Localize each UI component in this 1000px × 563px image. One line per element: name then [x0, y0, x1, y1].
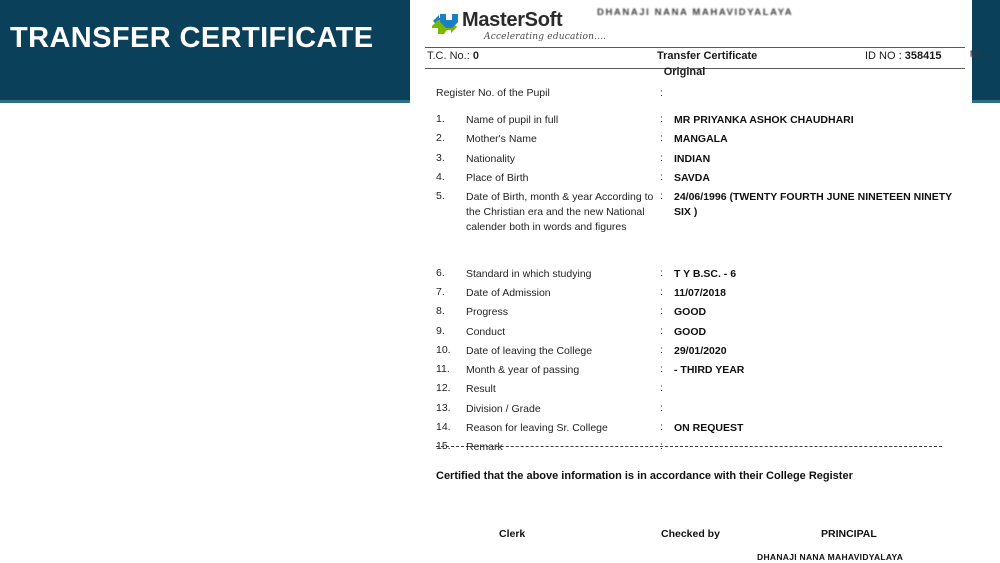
field-label: Standard in which studying	[466, 267, 592, 280]
id-number-label: ID NO :	[865, 50, 902, 62]
tc-number: T.C. No.: 0	[427, 50, 479, 62]
field-number: 6.	[436, 266, 445, 279]
field-colon: :	[660, 401, 663, 414]
title-band-underline	[0, 100, 410, 103]
signature-checked-by: Checked by	[661, 528, 720, 540]
field-label: Date of Admission	[466, 287, 551, 299]
certificate-title: Transfer Certificate	[657, 50, 758, 62]
certificate-field-row: 12. Result:	[436, 382, 966, 397]
certificate-field-row: 3. Nationality: INDIAN	[436, 152, 966, 167]
field-value: GOOD	[674, 306, 707, 319]
field-label: Month & year of passing	[466, 364, 580, 377]
field-number: 2.	[436, 132, 445, 145]
signature-college-name: DHANAJI NANA MAHAVIDYALAYA	[757, 552, 904, 562]
certificate-field-row: 10. Date of leaving the College:29/01/202…	[436, 344, 966, 359]
field-value: T Y B.SC. - 6	[674, 267, 737, 280]
certificate-field-row: 15. Remark:	[436, 440, 966, 455]
field-colon: :	[660, 286, 663, 298]
field-label: Result	[466, 383, 496, 396]
field-colon: :	[660, 190, 663, 203]
field-label: Progress	[466, 306, 509, 319]
field-value: - THIRD YEAR	[674, 364, 745, 377]
field-value: ON REQUEST	[674, 421, 744, 434]
id-number-value: 358415	[904, 50, 942, 62]
certificate-field-row: 2. Mother's Name: MANGALA	[436, 132, 966, 147]
field-label: Date of Birth, month & year According to…	[466, 191, 654, 233]
certificate-field-row: 7. Date of Admission:11/07/2018	[436, 286, 966, 301]
field-label: Name of pupil in full	[466, 114, 559, 126]
field-label: Division / Grade	[466, 402, 541, 415]
field-colon: :	[660, 151, 663, 164]
field-colon: :	[660, 113, 663, 125]
field-colon: :	[660, 170, 663, 183]
field-label: Remark	[466, 441, 503, 454]
field-value: 11/07/2018	[674, 287, 726, 299]
mastersoft-wordmark: MasterSoft	[462, 9, 563, 31]
signature-row: Clerk Checked by PRINCIPAL	[436, 528, 956, 544]
clipped-edge-text: M....	[970, 49, 993, 59]
college-name-header: DHANAJI NANA MAHAVIDYALAYA	[597, 7, 794, 18]
field-value: MANGALA	[674, 133, 728, 146]
field-value: 24/06/1996 (TWENTY FOURTH JUNE NINETEEN …	[674, 191, 952, 218]
field-number: 9.	[436, 324, 445, 337]
certificate-field-row: 9. Conduct: GOOD	[436, 325, 966, 340]
field-number: 8.	[436, 305, 445, 318]
field-colon: :	[660, 324, 663, 337]
certificate-field-row: 13. Division / Grade:	[436, 402, 966, 417]
field-number: 13.	[436, 401, 451, 414]
field-value: SAVDA	[674, 171, 710, 184]
certification-statement: Certified that the above information is …	[436, 470, 853, 482]
field-number: 10.	[436, 343, 451, 356]
register-number-label: Register No. of the Pupil	[436, 87, 550, 99]
id-number: ID NO : 358415	[865, 50, 941, 62]
signature-clerk: Clerk	[499, 528, 526, 540]
signature-principal: PRINCIPAL	[821, 528, 877, 540]
field-colon: :	[660, 343, 663, 356]
field-label: Reason for leaving Sr. College	[466, 421, 608, 434]
field-number: 11.	[436, 363, 450, 376]
field-number: 14.	[436, 420, 451, 433]
field-label: Mother's Name	[466, 133, 537, 146]
field-colon: :	[660, 382, 663, 395]
certificate-field-row: 1. Name of pupil in full: MR PRIYANKA ASHO…	[436, 113, 966, 128]
field-label: Nationality	[466, 152, 516, 165]
field-value: INDIAN	[674, 152, 711, 165]
field-number: 3.	[436, 151, 445, 164]
field-number: 5.	[436, 190, 445, 203]
mastersoft-logo-icon	[432, 12, 458, 36]
certificate-field-row: 8. Progress: GOOD	[436, 305, 966, 320]
certificate-field-row: 6. Standard in which studying: T Y B.SC. -…	[436, 267, 966, 282]
certificate-field-row: 4. Place of Birth: SAVDA	[436, 171, 966, 186]
transfer-certificate-document: MasterSoft Accelerating education.... DH…	[412, 0, 992, 563]
field-value: 29/01/2020	[674, 344, 727, 357]
mastersoft-tagline: Accelerating education....	[484, 32, 607, 42]
page-title: TRANSFER CERTIFICATE	[10, 22, 374, 54]
field-number: 4.	[436, 170, 445, 183]
field-colon: :	[660, 363, 663, 376]
field-value: MR PRIYANKA ASHOK CHAUDHARI	[674, 114, 854, 126]
field-colon: :	[660, 305, 663, 318]
field-label: Place of Birth	[466, 171, 529, 184]
field-number: 1.	[436, 113, 445, 125]
tc-number-value: 0	[472, 50, 479, 62]
certificate-fields-list: 1. Name of pupil in full: MR PRIYANKA ASHO…	[436, 113, 966, 460]
field-label: Conduct	[466, 325, 506, 338]
field-colon: :	[660, 132, 663, 145]
footer-divider	[436, 446, 942, 447]
field-colon: :	[660, 420, 663, 433]
register-number-colon: :	[660, 87, 663, 99]
certificate-field-row: 11. Month & year of passing: - THIRD YEAR	[436, 363, 966, 378]
certificate-field-row: 5. Date of Birth, month & year According …	[436, 190, 966, 262]
certificate-field-row: 14. Reason for leaving Sr. College: ON REQ…	[436, 421, 966, 436]
field-colon: :	[660, 266, 663, 279]
tc-number-label: T.C. No.:	[427, 50, 470, 62]
register-number-row: Register No. of the Pupil :	[436, 87, 956, 101]
field-number: 7.	[436, 286, 445, 298]
field-value: GOOD	[674, 325, 707, 338]
field-number: 12.	[436, 382, 451, 395]
right-accent-band-underline	[968, 100, 1000, 103]
original-label: Original	[663, 66, 706, 78]
field-label: Date of leaving the College	[466, 344, 593, 357]
